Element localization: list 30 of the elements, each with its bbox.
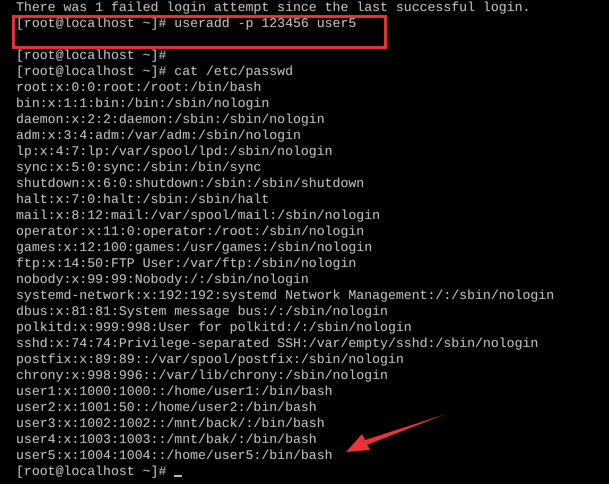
terminal-line: [root@localhost ~]# cat /etc/passwd — [16, 64, 293, 80]
terminal-line: adm:x:3:4:adm:/var/adm:/sbin/nologin — [16, 128, 301, 144]
terminal-line: user3:x:1002:1002::/mnt/back/:/bin/bash — [16, 416, 325, 432]
terminal-line: dbus:x:81:81:System message bus:/:/sbin/nologin — [16, 304, 388, 320]
terminal-line: systemd-network:x:192:192:systemd Network Management:/:/sbin/nologin — [16, 288, 554, 304]
terminal-line: There was 1 failed login attempt since the last successful login. — [16, 0, 530, 16]
terminal-line: nobody:x:99:99:Nobody:/:/sbin/nologin — [16, 272, 309, 288]
terminal-line: polkitd:x:999:998:User for polkitd:/:/sbin/nologin — [16, 320, 412, 336]
terminal-line: games:x:12:100:games:/usr/games:/sbin/nologin — [16, 240, 372, 256]
terminal-line: sync:x:5:0:sync:/sbin:/bin/sync — [16, 160, 262, 176]
terminal-line: bin:x:1:1:bin:/bin:/sbin/nologin — [16, 96, 270, 112]
terminal-line: daemon:x:2:2:daemon:/sbin:/sbin/nologin — [16, 112, 325, 128]
terminal-line: root:x:0:0:root:/root:/bin/bash — [16, 80, 262, 96]
terminal-line: user5:x:1004:1004::/home/user5:/bin/bash — [16, 448, 333, 464]
terminal-line: operator:x:11:0:operator:/root:/sbin/nologin — [16, 224, 364, 240]
terminal-line: [root@localhost ~]# useradd -p 123456 user5 — [16, 16, 356, 32]
terminal-line: user2:x:1001:50::/home/user2:/bin/bash — [16, 400, 317, 416]
terminal-line: user1:x:1000:1000::/home/user1:/bin/bash — [16, 384, 333, 400]
terminal-line: ftp:x:14:50:FTP User:/var/ftp:/sbin/nologin — [16, 256, 356, 272]
terminal-line: user4:x:1003:1003::/mnt/bak/:/bin/bash — [16, 432, 317, 448]
text-cursor — [174, 475, 182, 477]
terminal-line: mail:x:8:12:mail:/var/spool/mail:/sbin/nologin — [16, 208, 380, 224]
terminal-line: [root@localhost ~]# — [16, 48, 166, 64]
terminal-line: shutdown:x:6:0:shutdown:/sbin:/sbin/shutdown — [16, 176, 364, 192]
terminal-line: postfix:x:89:89::/var/spool/postfix:/sbin/nologin — [16, 352, 404, 368]
terminal-line: halt:x:7:0:halt:/sbin:/sbin/halt — [16, 192, 270, 208]
terminal-line: sshd:x:74:74:Privilege-separated SSH:/var/empty/sshd:/sbin/nologin — [16, 336, 538, 352]
terminal-line: chrony:x:998:996::/var/lib/chrony:/sbin/nologin — [16, 368, 388, 384]
terminal-line: lp:x:4:7:lp:/var/spool/lpd:/sbin/nologin — [16, 144, 333, 160]
shell-prompt: [root@localhost ~]# — [16, 464, 166, 480]
